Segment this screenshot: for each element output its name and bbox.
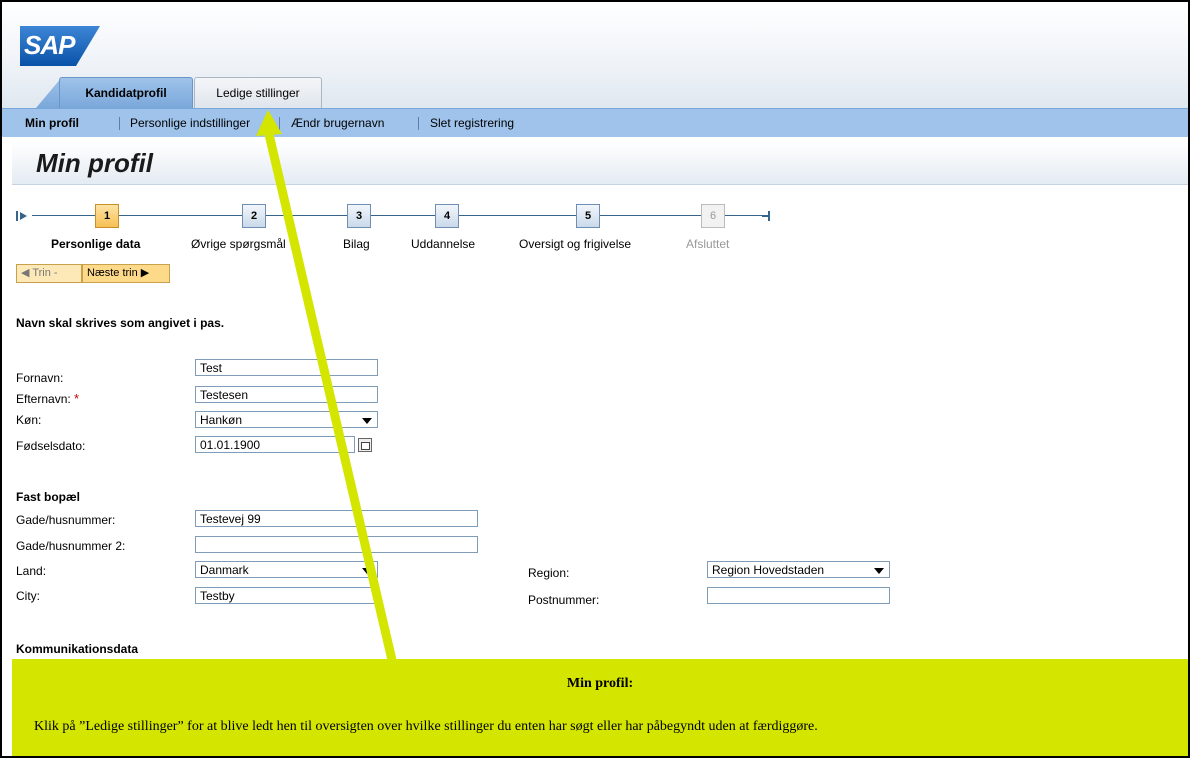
subnav-personlige-indstillinger[interactable]: Personlige indstillinger bbox=[130, 109, 250, 137]
lastname-input[interactable]: Testesen bbox=[195, 386, 378, 403]
roadmap-end-icon bbox=[762, 211, 770, 221]
birthdate-label: Fødselsdato: bbox=[16, 439, 86, 453]
page-title: Min profil bbox=[36, 148, 153, 178]
step-4-label[interactable]: Uddannelse bbox=[411, 237, 475, 251]
step-2-box[interactable]: 2 bbox=[242, 204, 266, 228]
previous-step-button[interactable]: ◀ Trin - bbox=[16, 264, 82, 283]
sap-logo-text: SAP bbox=[24, 30, 75, 60]
country-select-value: Danmark bbox=[200, 563, 249, 577]
city-label: City: bbox=[16, 589, 40, 603]
roadmap-start-icon bbox=[16, 211, 27, 221]
step-6-label: Afsluttet bbox=[686, 237, 730, 251]
street2-label: Gade/husnummer 2: bbox=[16, 539, 126, 553]
name-note: Navn skal skrives som angivet i pas. bbox=[16, 316, 225, 330]
step-5-label[interactable]: Oversigt og frigivelse bbox=[519, 237, 631, 251]
step-3-label[interactable]: Bilag bbox=[343, 237, 370, 251]
street2-input[interactable] bbox=[195, 536, 478, 553]
country-select[interactable]: Danmark bbox=[195, 561, 378, 578]
instruction-callout: Min profil: Klik på ”Ledige stillinger” … bbox=[12, 659, 1188, 756]
step-1-label[interactable]: Personlige data bbox=[51, 237, 140, 251]
subnav-min-profil[interactable]: Min profil bbox=[25, 109, 79, 137]
subnav-slet-registrering[interactable]: Slet registrering bbox=[430, 109, 514, 137]
app-window: SAP Kandidatprofil Ledige stillinger Min… bbox=[0, 0, 1190, 758]
firstname-label: Fornavn: bbox=[16, 371, 64, 385]
roadmap-line bbox=[32, 215, 767, 216]
step-5-box[interactable]: 5 bbox=[576, 204, 600, 228]
communication-section-title: Kommunikationsdata bbox=[16, 642, 139, 656]
calendar-icon[interactable] bbox=[358, 438, 372, 452]
gender-select-value: Hankøn bbox=[200, 413, 243, 427]
step-2-label[interactable]: Øvrige spørgsmål bbox=[191, 237, 286, 251]
postal-label: Postnummer: bbox=[528, 593, 600, 607]
step-4-box[interactable]: 4 bbox=[435, 204, 459, 228]
subnav-aendr-brugernavn[interactable]: Ændr brugernavn bbox=[291, 109, 384, 137]
country-label: Land: bbox=[16, 564, 47, 578]
gender-select[interactable]: Hankøn bbox=[195, 411, 378, 428]
chevron-down-icon bbox=[362, 418, 372, 424]
region-select-value: Region Hovedstaden bbox=[712, 563, 825, 577]
address-section-title: Fast bopæl bbox=[16, 490, 81, 504]
step-6-box: 6 bbox=[701, 204, 725, 228]
chevron-down-icon bbox=[362, 568, 372, 574]
required-marker: * bbox=[74, 391, 80, 406]
subnav-divider bbox=[418, 117, 419, 130]
step-1-box[interactable]: 1 bbox=[95, 204, 119, 228]
city-input[interactable]: Testby bbox=[195, 587, 378, 604]
step-3-box[interactable]: 3 bbox=[347, 204, 371, 228]
subnav-divider bbox=[119, 117, 120, 130]
birthdate-input[interactable]: 01.01.1900 bbox=[195, 436, 355, 453]
postal-input[interactable] bbox=[707, 587, 890, 604]
sap-logo: SAP bbox=[20, 26, 100, 66]
page-title-bar: Min profil bbox=[12, 142, 1188, 185]
chevron-down-icon bbox=[874, 568, 884, 574]
lastname-label: Efternavn: * bbox=[16, 391, 80, 406]
subnav-divider bbox=[279, 117, 280, 130]
callout-title: Min profil: bbox=[566, 676, 634, 691]
next-step-button[interactable]: Næste trin ▶ bbox=[82, 264, 170, 283]
street-label: Gade/husnummer: bbox=[16, 513, 116, 527]
gender-label: Køn: bbox=[16, 413, 42, 427]
region-select[interactable]: Region Hovedstaden bbox=[707, 561, 890, 578]
callout-body: Klik på ”Ledige stillinger” for at blive… bbox=[34, 719, 818, 734]
street-input[interactable]: Testevej 99 bbox=[195, 510, 478, 527]
sub-navigation: Min profil Personlige indstillinger Ændr… bbox=[2, 108, 1188, 137]
region-label: Region: bbox=[528, 566, 570, 580]
tab-kandidatprofil[interactable]: Kandidatprofil bbox=[59, 77, 193, 108]
tab-ledige-stillinger[interactable]: Ledige stillinger bbox=[194, 77, 322, 108]
firstname-input[interactable]: Test bbox=[195, 359, 378, 376]
